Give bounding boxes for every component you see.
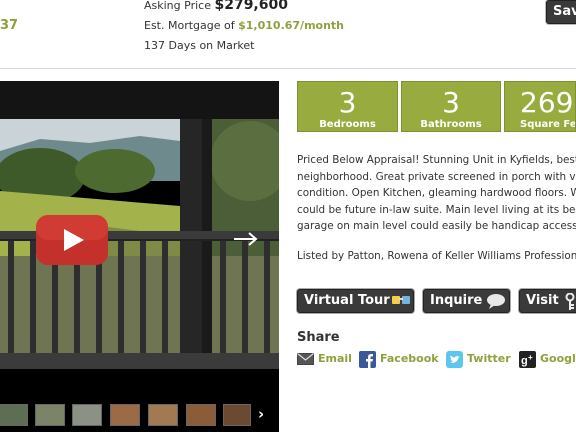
photo-thumbnail[interactable] <box>148 404 178 426</box>
share-facebook-label: Facebook <box>380 352 439 365</box>
video-next-arrow[interactable] <box>232 230 260 252</box>
virtual-tour-button[interactable]: Virtual Tour <box>297 289 414 313</box>
envelope-icon <box>297 353 314 365</box>
photo-thumbnail[interactable] <box>223 404 251 426</box>
share-heading: Share <box>297 330 340 345</box>
description-line: could be future in-law suite. Main level… <box>297 203 576 216</box>
stat-bedrooms: 3 Bedrooms <box>297 81 398 132</box>
photo-thumbnail-strip: › <box>0 398 279 432</box>
mortgage-label: Est. Mortgage of <box>144 19 235 32</box>
description-line: garage on main level could easily be han… <box>297 220 576 233</box>
description-line: condition. Open Kitchen, gleaming hardwo… <box>297 187 576 200</box>
save-button[interactable]: Sav <box>546 0 576 24</box>
visit-button[interactable]: Visit <box>519 289 576 313</box>
speech-bubble-icon <box>487 294 505 309</box>
play-button[interactable] <box>36 215 108 265</box>
key-icon <box>565 293 575 310</box>
photo-thumbnail[interactable] <box>186 404 216 426</box>
photo-thumbnail[interactable] <box>110 404 140 426</box>
svg-text:+: + <box>528 353 533 362</box>
svg-text:g: g <box>521 355 528 367</box>
photo-thumbnail[interactable] <box>35 404 65 426</box>
inquire-label: Inquire <box>430 293 483 308</box>
google-plus-icon: g + <box>519 351 536 368</box>
visit-label: Visit <box>526 293 559 308</box>
share-twitter-label: Twitter <box>467 352 511 365</box>
description-line: neighborhood. Great private screened in … <box>297 170 576 183</box>
video-player[interactable] <box>0 81 279 432</box>
mortgage-value: $1,010.67/month <box>238 19 345 32</box>
estimated-mortgage: Est. Mortgage of $1,010.67/month <box>144 19 344 32</box>
facebook-icon <box>359 351 376 368</box>
stat-value: 3 <box>442 86 460 119</box>
stat-value: 2697 <box>520 86 575 119</box>
inquire-button[interactable]: Inquire <box>423 289 510 313</box>
stat-square-feet: 2697 Square Feet <box>504 81 576 132</box>
chevron-right-icon[interactable]: › <box>258 405 264 423</box>
arrow-right-icon <box>234 232 258 246</box>
listing-agent: Listed by Patton, Rowena of Keller Willi… <box>297 250 576 262</box>
listing-description: Priced Below Appraisal! Stunning Unit in… <box>297 152 576 235</box>
stat-label: Bedrooms <box>319 119 376 130</box>
stat-value: 3 <box>338 86 357 119</box>
previous-listing-price-fragment: 37 <box>0 18 19 33</box>
asking-price: Asking Price $279,600 <box>144 0 288 13</box>
stat-bathrooms: 3 Bathrooms <box>401 81 501 132</box>
description-line: Priced Below Appraisal! Stunning Unit in… <box>297 154 576 166</box>
twitter-icon <box>446 351 463 368</box>
stat-label: Square Feet <box>520 119 576 130</box>
asking-price-label: Asking Price <box>144 0 211 12</box>
header-divider <box>0 68 576 69</box>
days-on-market: 137 Days on Market <box>144 39 255 52</box>
asking-price-value: $279,600 <box>214 0 288 13</box>
stat-label: Bathrooms <box>420 119 482 130</box>
share-google-label: Google <box>540 352 576 365</box>
virtual-tour-label: Virtual Tour <box>304 293 390 308</box>
photo-thumbnail[interactable] <box>72 404 102 426</box>
3d-glasses-icon <box>392 296 410 304</box>
play-icon <box>36 215 108 265</box>
photo-thumbnail[interactable] <box>0 404 28 426</box>
share-email-label: Email <box>318 352 352 365</box>
